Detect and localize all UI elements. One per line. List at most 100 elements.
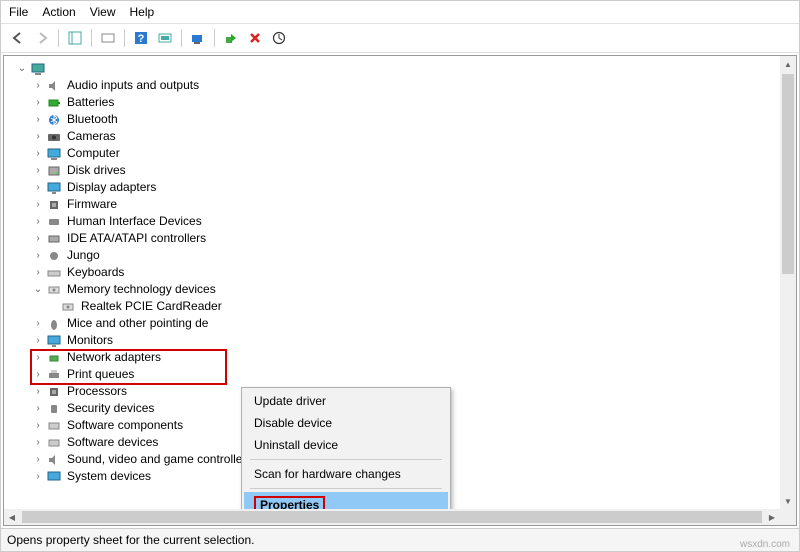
- tree-item[interactable]: ›Jungo: [8, 247, 796, 264]
- ctx-disable-device[interactable]: Disable device: [244, 412, 448, 434]
- system-icon: [46, 469, 62, 485]
- tree-item[interactable]: ›Cameras: [8, 128, 796, 145]
- toolbar-btn-2[interactable]: [154, 27, 176, 49]
- tree-item[interactable]: › Disk drives: [8, 162, 796, 179]
- ide-icon: [46, 231, 62, 247]
- tree-item-memory-tech[interactable]: ⌄Memory technology devices: [8, 281, 796, 298]
- expander-icon[interactable]: ›: [32, 349, 44, 366]
- sound-icon: [46, 452, 62, 468]
- expander-icon[interactable]: ›: [32, 417, 44, 434]
- expander-icon[interactable]: ›: [32, 366, 44, 383]
- ctx-scan-hardware[interactable]: Scan for hardware changes: [244, 463, 448, 485]
- tree-item-label: Computer: [65, 145, 122, 162]
- menu-action[interactable]: Action: [42, 5, 75, 19]
- ctx-update-driver[interactable]: Update driver: [244, 390, 448, 412]
- security-icon: [46, 401, 62, 417]
- expander-icon[interactable]: ›: [32, 128, 44, 145]
- tree-item-label: Print queues: [65, 366, 136, 383]
- menu-view[interactable]: View: [90, 5, 116, 19]
- expander-icon[interactable]: ›: [32, 94, 44, 111]
- battery-icon: [46, 95, 62, 111]
- expander-icon[interactable]: ›: [32, 111, 44, 128]
- tree-item[interactable]: › Human Interface Devices: [8, 213, 796, 230]
- tree-item-label: System devices: [65, 468, 153, 485]
- tree-item[interactable]: ›Mice and other pointing de: [8, 315, 796, 332]
- menu-file[interactable]: File: [9, 5, 28, 19]
- expander-icon[interactable]: ›: [32, 145, 44, 162]
- tree-item-label: Disk drives: [65, 162, 128, 179]
- disk-icon: [46, 163, 62, 179]
- scroll-left-icon[interactable]: ◀: [4, 509, 20, 525]
- expander-icon[interactable]: ›: [32, 332, 44, 349]
- scroll-thumb[interactable]: [22, 511, 762, 523]
- tree-root[interactable]: ⌄: [8, 60, 796, 77]
- mouse-icon: [46, 316, 62, 332]
- ctx-uninstall-device[interactable]: Uninstall device: [244, 434, 448, 456]
- tree-item[interactable]: ›IDE ATA/ATAPI controllers: [8, 230, 796, 247]
- expander-icon[interactable]: ›: [32, 213, 44, 230]
- horizontal-scrollbar[interactable]: ◀ ▶: [4, 509, 780, 525]
- tree-item-label: Human Interface Devices: [65, 213, 204, 230]
- scan-hardware-button[interactable]: [187, 27, 209, 49]
- tree-item[interactable]: › Network adapters: [8, 349, 796, 366]
- toolbar-separator: [91, 29, 92, 47]
- expander-icon[interactable]: ›: [32, 196, 44, 213]
- expander-icon[interactable]: ›: [32, 179, 44, 196]
- tree-item-label: Realtek PCIE CardReader: [79, 298, 224, 315]
- expander-icon[interactable]: ›: [32, 468, 44, 485]
- tree-item-label: Batteries: [65, 94, 116, 111]
- tree-item[interactable]: ›Bluetooth: [8, 111, 796, 128]
- software-icon: [46, 418, 62, 434]
- back-button[interactable]: [7, 27, 29, 49]
- tree-item-realtek-cardreader[interactable]: Realtek PCIE CardReader: [8, 298, 796, 315]
- menu-help[interactable]: Help: [130, 5, 155, 19]
- expander-icon[interactable]: ›: [32, 77, 44, 94]
- tree-item[interactable]: › Computer: [8, 145, 796, 162]
- expander-icon[interactable]: ›: [32, 230, 44, 247]
- tree-item[interactable]: › Firmware: [8, 196, 796, 213]
- toolbar-separator: [214, 29, 215, 47]
- scroll-thumb[interactable]: [782, 74, 794, 274]
- statusbar: Opens property sheet for the current sel…: [1, 528, 799, 551]
- camera-icon: [46, 129, 62, 145]
- enable-device-button[interactable]: [220, 27, 242, 49]
- scroll-down-icon[interactable]: ▼: [780, 493, 796, 509]
- expander-icon[interactable]: ›: [32, 162, 44, 179]
- context-menu: Update driver Disable device Uninstall d…: [241, 387, 451, 521]
- ctx-separator: [250, 488, 442, 489]
- menubar: File Action View Help: [1, 1, 799, 24]
- bluetooth-icon: [46, 112, 62, 128]
- tree-item[interactable]: ›Keyboards: [8, 264, 796, 281]
- tree-item[interactable]: ›Monitors: [8, 332, 796, 349]
- expander-icon[interactable]: ›: [32, 315, 44, 332]
- vertical-scrollbar[interactable]: ▲ ▼: [780, 56, 796, 525]
- expander-icon[interactable]: ⌄: [16, 60, 28, 77]
- expander-icon[interactable]: ›: [32, 400, 44, 417]
- jungo-icon: [46, 248, 62, 264]
- update-driver-button[interactable]: [268, 27, 290, 49]
- toolbar-btn-1[interactable]: [97, 27, 119, 49]
- tree-panel: ⌄ › Audio inputs and outputs › Batteries ›…: [3, 55, 797, 526]
- help-button[interactable]: ?: [130, 27, 152, 49]
- scroll-right-icon[interactable]: ▶: [764, 509, 780, 525]
- tree-item[interactable]: › Print queues: [8, 366, 796, 383]
- forward-button[interactable]: [31, 27, 53, 49]
- scroll-up-icon[interactable]: ▲: [780, 56, 796, 72]
- tree-item-label: Audio inputs and outputs: [65, 77, 201, 94]
- software-icon: [46, 435, 62, 451]
- uninstall-device-button[interactable]: [244, 27, 266, 49]
- tree-item[interactable]: › Batteries: [8, 94, 796, 111]
- tree-item-label: Software components: [65, 417, 185, 434]
- expander-icon[interactable]: ›: [32, 247, 44, 264]
- tree-item-label: Network adapters: [65, 349, 163, 366]
- expander-icon[interactable]: ›: [32, 383, 44, 400]
- tree-item-label: Firmware: [65, 196, 119, 213]
- expander-icon[interactable]: ›: [32, 451, 44, 468]
- tree-item[interactable]: ›Display adapters: [8, 179, 796, 196]
- expander-icon[interactable]: ›: [32, 264, 44, 281]
- tree-item[interactable]: › Audio inputs and outputs: [8, 77, 796, 94]
- computer-icon: [46, 146, 62, 162]
- expander-icon[interactable]: ›: [32, 434, 44, 451]
- expander-icon[interactable]: ⌄: [32, 281, 44, 298]
- show-hide-tree-button[interactable]: [64, 27, 86, 49]
